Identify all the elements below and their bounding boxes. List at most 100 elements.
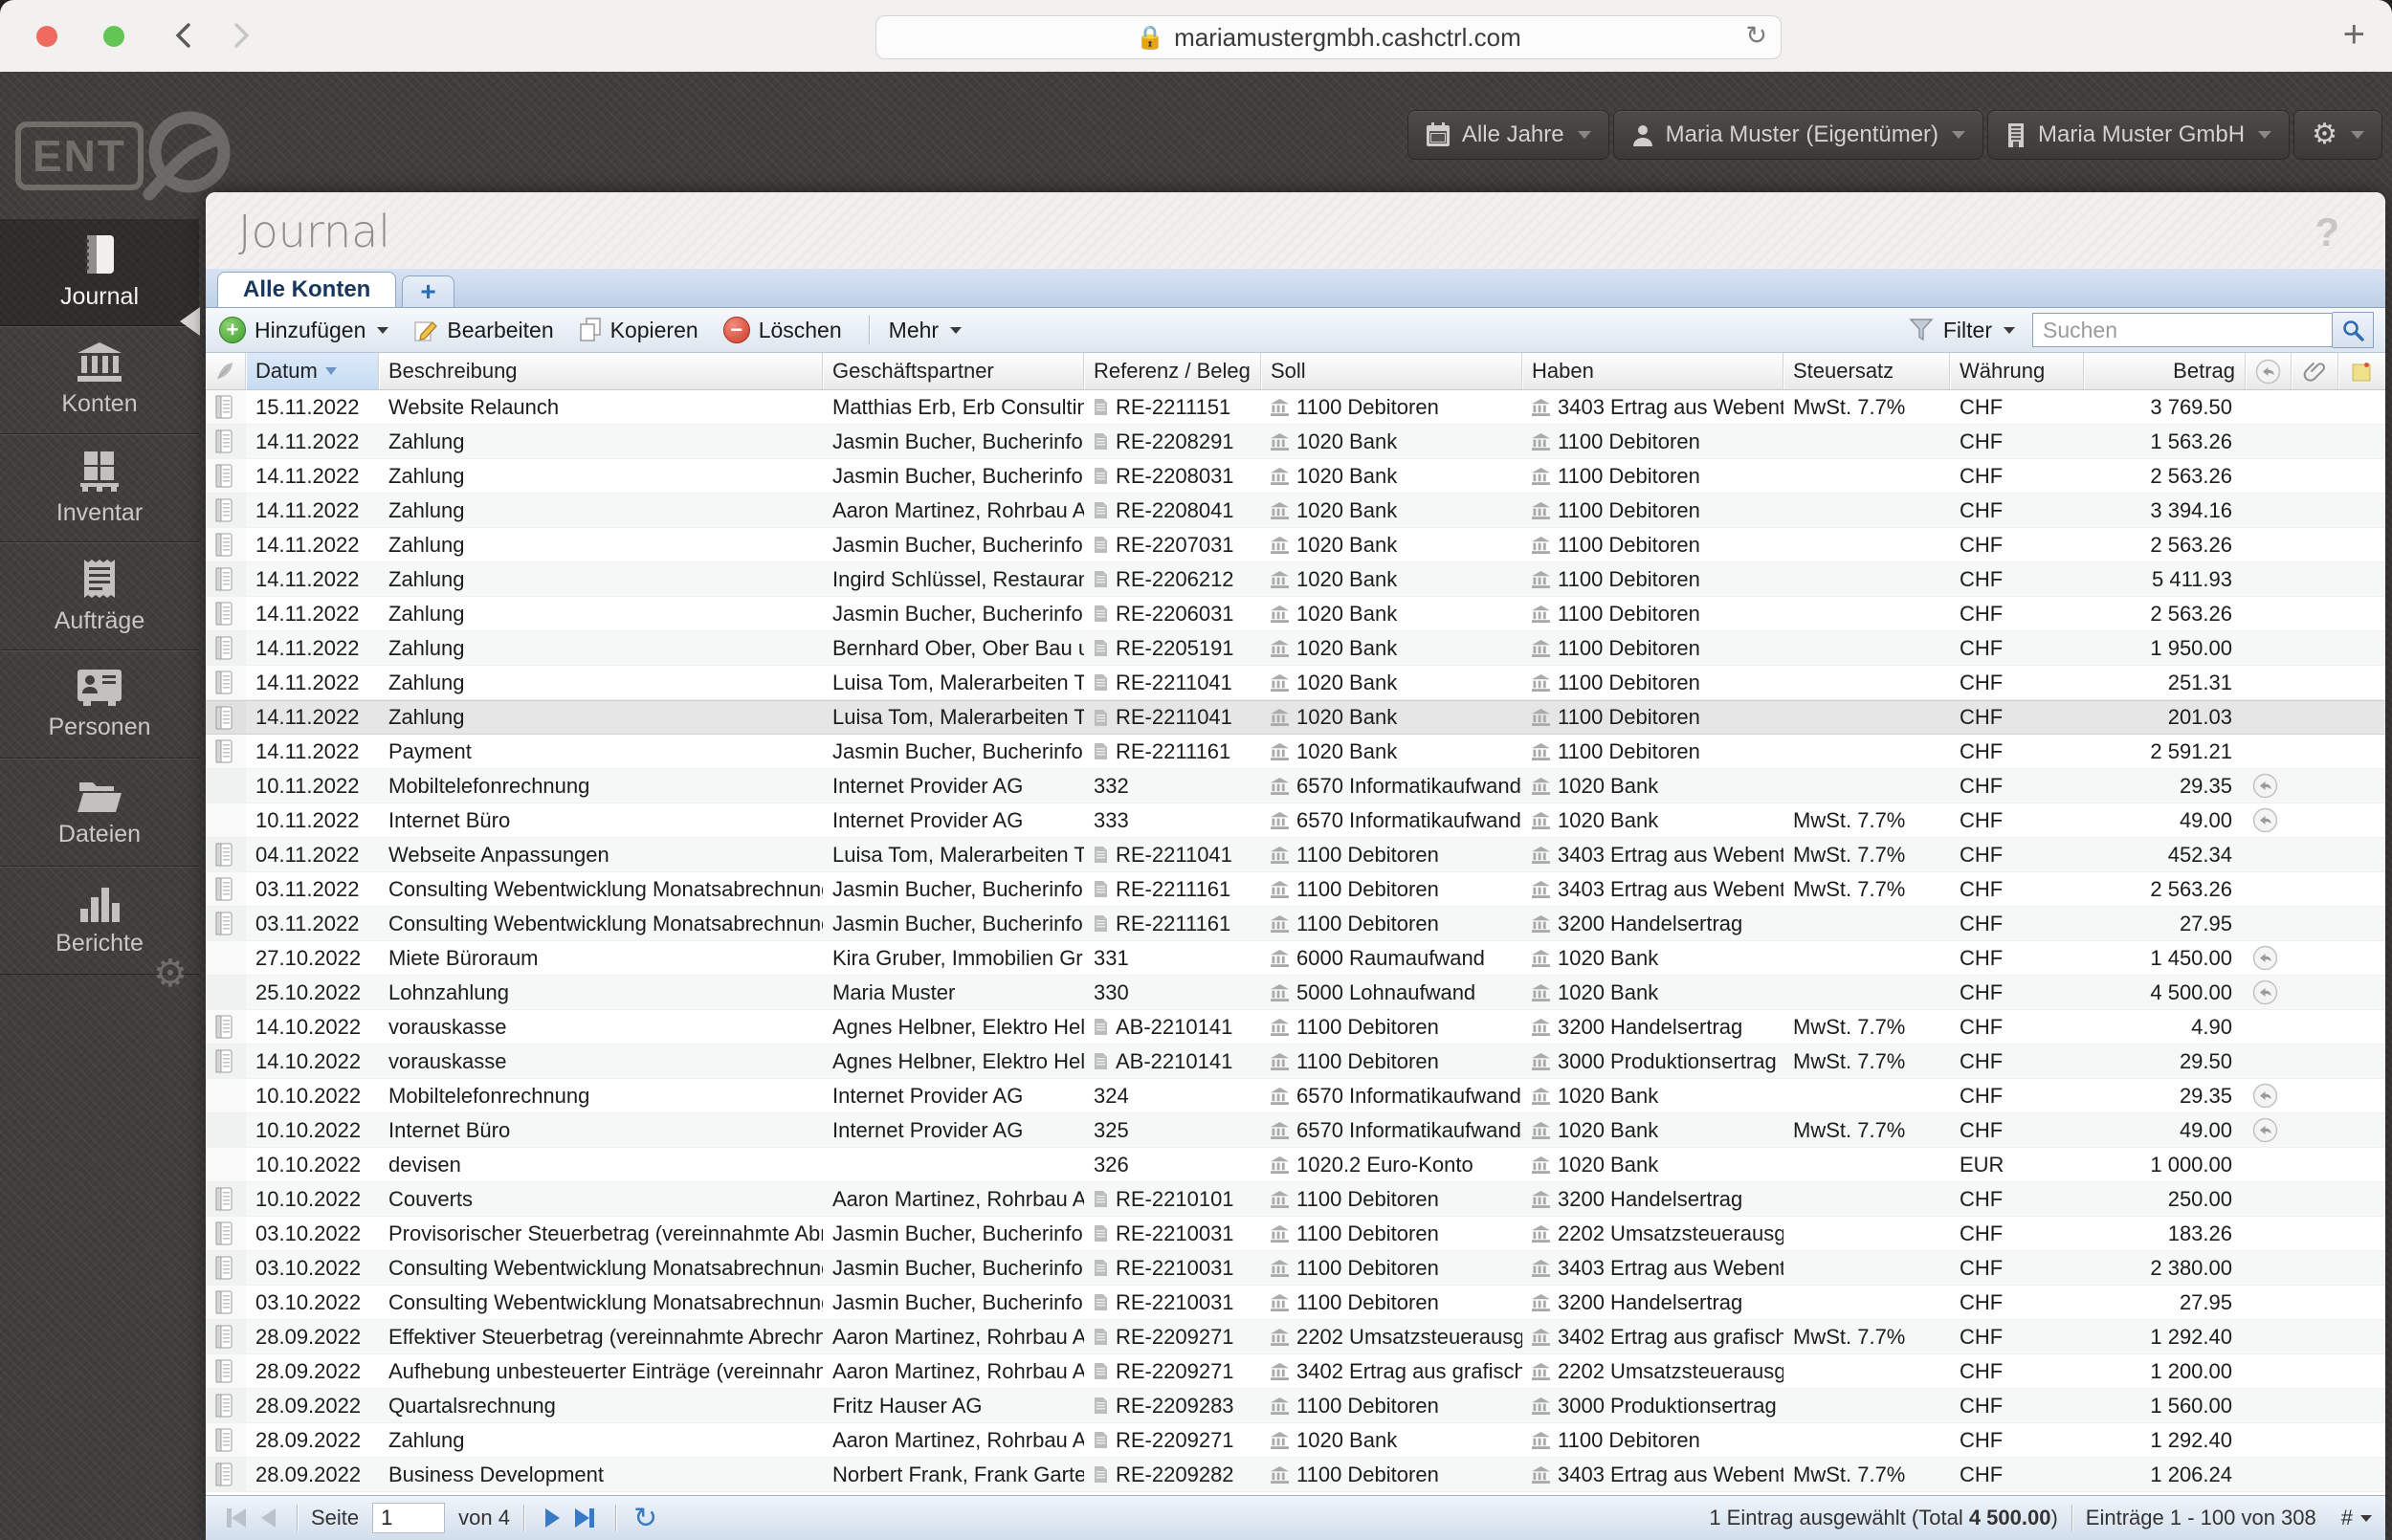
settings-menu-button[interactable]: ⚙ [2293,110,2382,160]
user-menu-button[interactable]: Maria Muster (Eigentümer) [1612,110,1984,160]
edit-button[interactable]: Bearbeiten [413,318,554,343]
column-header-partner[interactable]: Geschäftspartner [823,353,1084,389]
column-header-waehr[interactable]: Währung [1950,353,2084,389]
table-row[interactable]: 27.10.2022 Miete Büroraum Kira Gruber, Imm… [206,941,2385,976]
sidebar-item-dateien[interactable]: Dateien [0,759,199,867]
first-page-button[interactable] [227,1508,246,1528]
search-input[interactable] [2032,313,2333,347]
table-row[interactable]: 15.11.2022 Website Relaunch Matthias Erb, … [206,390,2385,425]
table-row[interactable]: 14.11.2022 Zahlung Aaron Martinez, Rohrbau… [206,494,2385,528]
previous-page-button[interactable] [261,1508,276,1528]
copy-button[interactable]: Kopieren [579,318,698,343]
add-tab-button[interactable]: + [402,275,454,307]
sidebar-item-personen[interactable]: Personen [0,650,199,759]
account-bank-icon [1271,1121,1289,1139]
table-row[interactable]: 10.10.2022 Mobiltelefonrechnung Internet P… [206,1079,2385,1113]
close-window-button[interactable] [36,26,57,47]
cell-haben: 3200 Handelsertrag [1522,907,1783,940]
fiscal-year-button[interactable]: Alle Jahre [1406,110,1609,160]
table-row[interactable]: 14.11.2022 Zahlung Luisa Tom, Malerarbeite… [206,666,2385,700]
column-header-besch[interactable]: Beschreibung [379,353,823,389]
company-menu-button[interactable]: Maria Muster GmbH [1987,110,2291,160]
table-row[interactable]: 04.11.2022 Webseite Anpassungen Luisa Tom,… [206,838,2385,872]
table-row[interactable]: 10.11.2022 Internet Büro Internet Provider… [206,803,2385,838]
sidebar-item-konten[interactable]: Konten [0,326,199,434]
cell-entry-icon [206,1354,246,1388]
table-row[interactable]: 14.10.2022 vorauskasse Agnes Helbner, Elek… [206,1045,2385,1079]
column-header-betrag[interactable]: Betrag [2084,353,2246,389]
table-row[interactable]: 28.09.2022 Effektiver Steuerbetrag (verei… [206,1320,2385,1354]
column-header-attachment[interactable] [2292,353,2338,389]
account-bank-icon [1532,742,1550,760]
table-row[interactable]: 25.10.2022 Lohnzahlung Maria Muster 330 5000… [206,976,2385,1010]
page-number-input[interactable] [372,1503,446,1533]
cell-comment [2246,666,2292,699]
column-header-soll[interactable]: Soll [1261,353,1522,389]
sidebar-item-inventar[interactable]: Inventar [0,434,199,542]
table-row[interactable]: 03.11.2022 Consulting Webentwicklung Mona… [206,872,2385,907]
per-page-button[interactable]: # [2341,1506,2353,1530]
column-header-datum[interactable]: Datum [246,353,379,389]
filter-button[interactable]: Filter [1943,318,2015,343]
table-row[interactable]: 03.11.2022 Consulting Webentwicklung Mona… [206,907,2385,941]
column-header-ref[interactable]: Referenz / Beleg [1084,353,1261,389]
delete-button[interactable]: − Löschen [722,317,842,343]
add-button[interactable]: + Hinzufügen [219,317,389,343]
cell-entry-icon [206,1148,246,1181]
cell-soll: 1100 Debitoren [1261,1217,1522,1250]
table-row[interactable]: 14.11.2022 Zahlung Jasmin Bucher, Bucherin… [206,528,2385,562]
refresh-icon[interactable]: ↻ [633,1502,657,1535]
table-row[interactable]: 10.10.2022 Couverts Aaron Martinez, Rohrba… [206,1182,2385,1217]
cell-geschaeftspartner: Aaron Martinez, Rohrbau AG [832,1427,1084,1452]
account-bank-icon [1532,639,1550,657]
reload-icon[interactable]: ↻ [1745,21,1767,51]
table-row[interactable]: 28.09.2022 Quartalsrechnung Fritz Hauser A… [206,1389,2385,1423]
cell-attachment [2292,631,2338,665]
forward-icon[interactable] [226,21,255,50]
url-bar[interactable]: 🔒 mariamustergmbh.cashctrl.com ↻ [875,15,1782,59]
table-row[interactable]: 28.09.2022 Business Development Norbert Fr… [206,1458,2385,1492]
column-header-note[interactable] [2338,353,2385,389]
column-header-steuer[interactable]: Steuersatz [1783,353,1950,389]
journal-entry-icon [215,602,232,626]
table-row[interactable]: 10.11.2022 Mobiltelefonrechnung Internet P… [206,769,2385,803]
table-row[interactable]: 14.11.2022 Payment Jasmin Bucher, Bucherin… [206,735,2385,769]
cell-entry-icon [206,941,246,975]
cell-haben: 1100 Debitoren [1522,528,1783,561]
table-row[interactable]: 03.10.2022 Consulting Webentwicklung Mona… [206,1286,2385,1320]
table-row[interactable]: 28.09.2022 Aufhebung unbesteuerter Einträ… [206,1354,2385,1389]
help-icon[interactable]: ? [2314,209,2339,255]
table-row[interactable]: 14.11.2022 Zahlung Bernhard Ober, Ober Bau… [206,631,2385,666]
cell-haben: 2202 Umsatzsteuerausgl... [1522,1354,1783,1388]
table-row[interactable]: 14.10.2022 vorauskasse Agnes Helbner, Elek… [206,1010,2385,1045]
table-row[interactable]: 03.10.2022 Consulting Webentwicklung Mona… [206,1251,2385,1286]
header-entry-icon-column[interactable] [206,353,246,389]
table-row[interactable]: 10.10.2022 Internet Büro Internet Provider… [206,1113,2385,1148]
minimize-window-button[interactable] [0,26,21,47]
table-row[interactable]: 14.11.2022 Zahlung Jasmin Bucher, Bucherin… [206,459,2385,494]
cell-haben: 1100 Debitoren [1522,1423,1783,1457]
column-header-haben[interactable]: Haben [1522,353,1783,389]
last-page-button[interactable] [574,1508,594,1528]
sidebar-item-journal[interactable]: Journal [0,218,199,326]
next-page-button[interactable] [544,1508,560,1528]
table-row[interactable]: 03.10.2022 Provisorischer Steuerbetrag (v… [206,1217,2385,1251]
table-row[interactable]: 10.10.2022 devisen 326 1020.2 Euro-Konto 102… [206,1148,2385,1182]
table-row[interactable]: 14.11.2022 Zahlung Luisa Tom, Malerarbeite… [206,700,2385,735]
more-button[interactable]: Mehr [889,318,963,343]
search-button[interactable] [2333,312,2374,348]
cell-note [2338,1010,2385,1044]
table-row[interactable]: 14.11.2022 Zahlung Ingird Schlüssel, Resta… [206,562,2385,597]
zoom-window-button[interactable] [103,26,124,47]
table-row[interactable]: 14.11.2022 Zahlung Jasmin Bucher, Bucherin… [206,597,2385,631]
sidebar-gear-icon[interactable]: ⚙ [153,952,188,996]
new-tab-button[interactable]: + [2343,13,2365,56]
back-icon[interactable] [170,21,199,50]
tab-alle-konten[interactable]: Alle Konten [217,272,397,307]
sidebar-item-auftraege[interactable]: Aufträge [0,542,199,650]
column-header-comment[interactable] [2246,353,2292,389]
cell-waehrung: CHF [1960,1427,2004,1452]
table-row[interactable]: 28.09.2022 Zahlung Aaron Martinez, Rohrbau… [206,1423,2385,1458]
table-row[interactable]: 14.11.2022 Zahlung Jasmin Bucher, Bucherin… [206,425,2385,459]
cell-attachment [2292,941,2338,975]
